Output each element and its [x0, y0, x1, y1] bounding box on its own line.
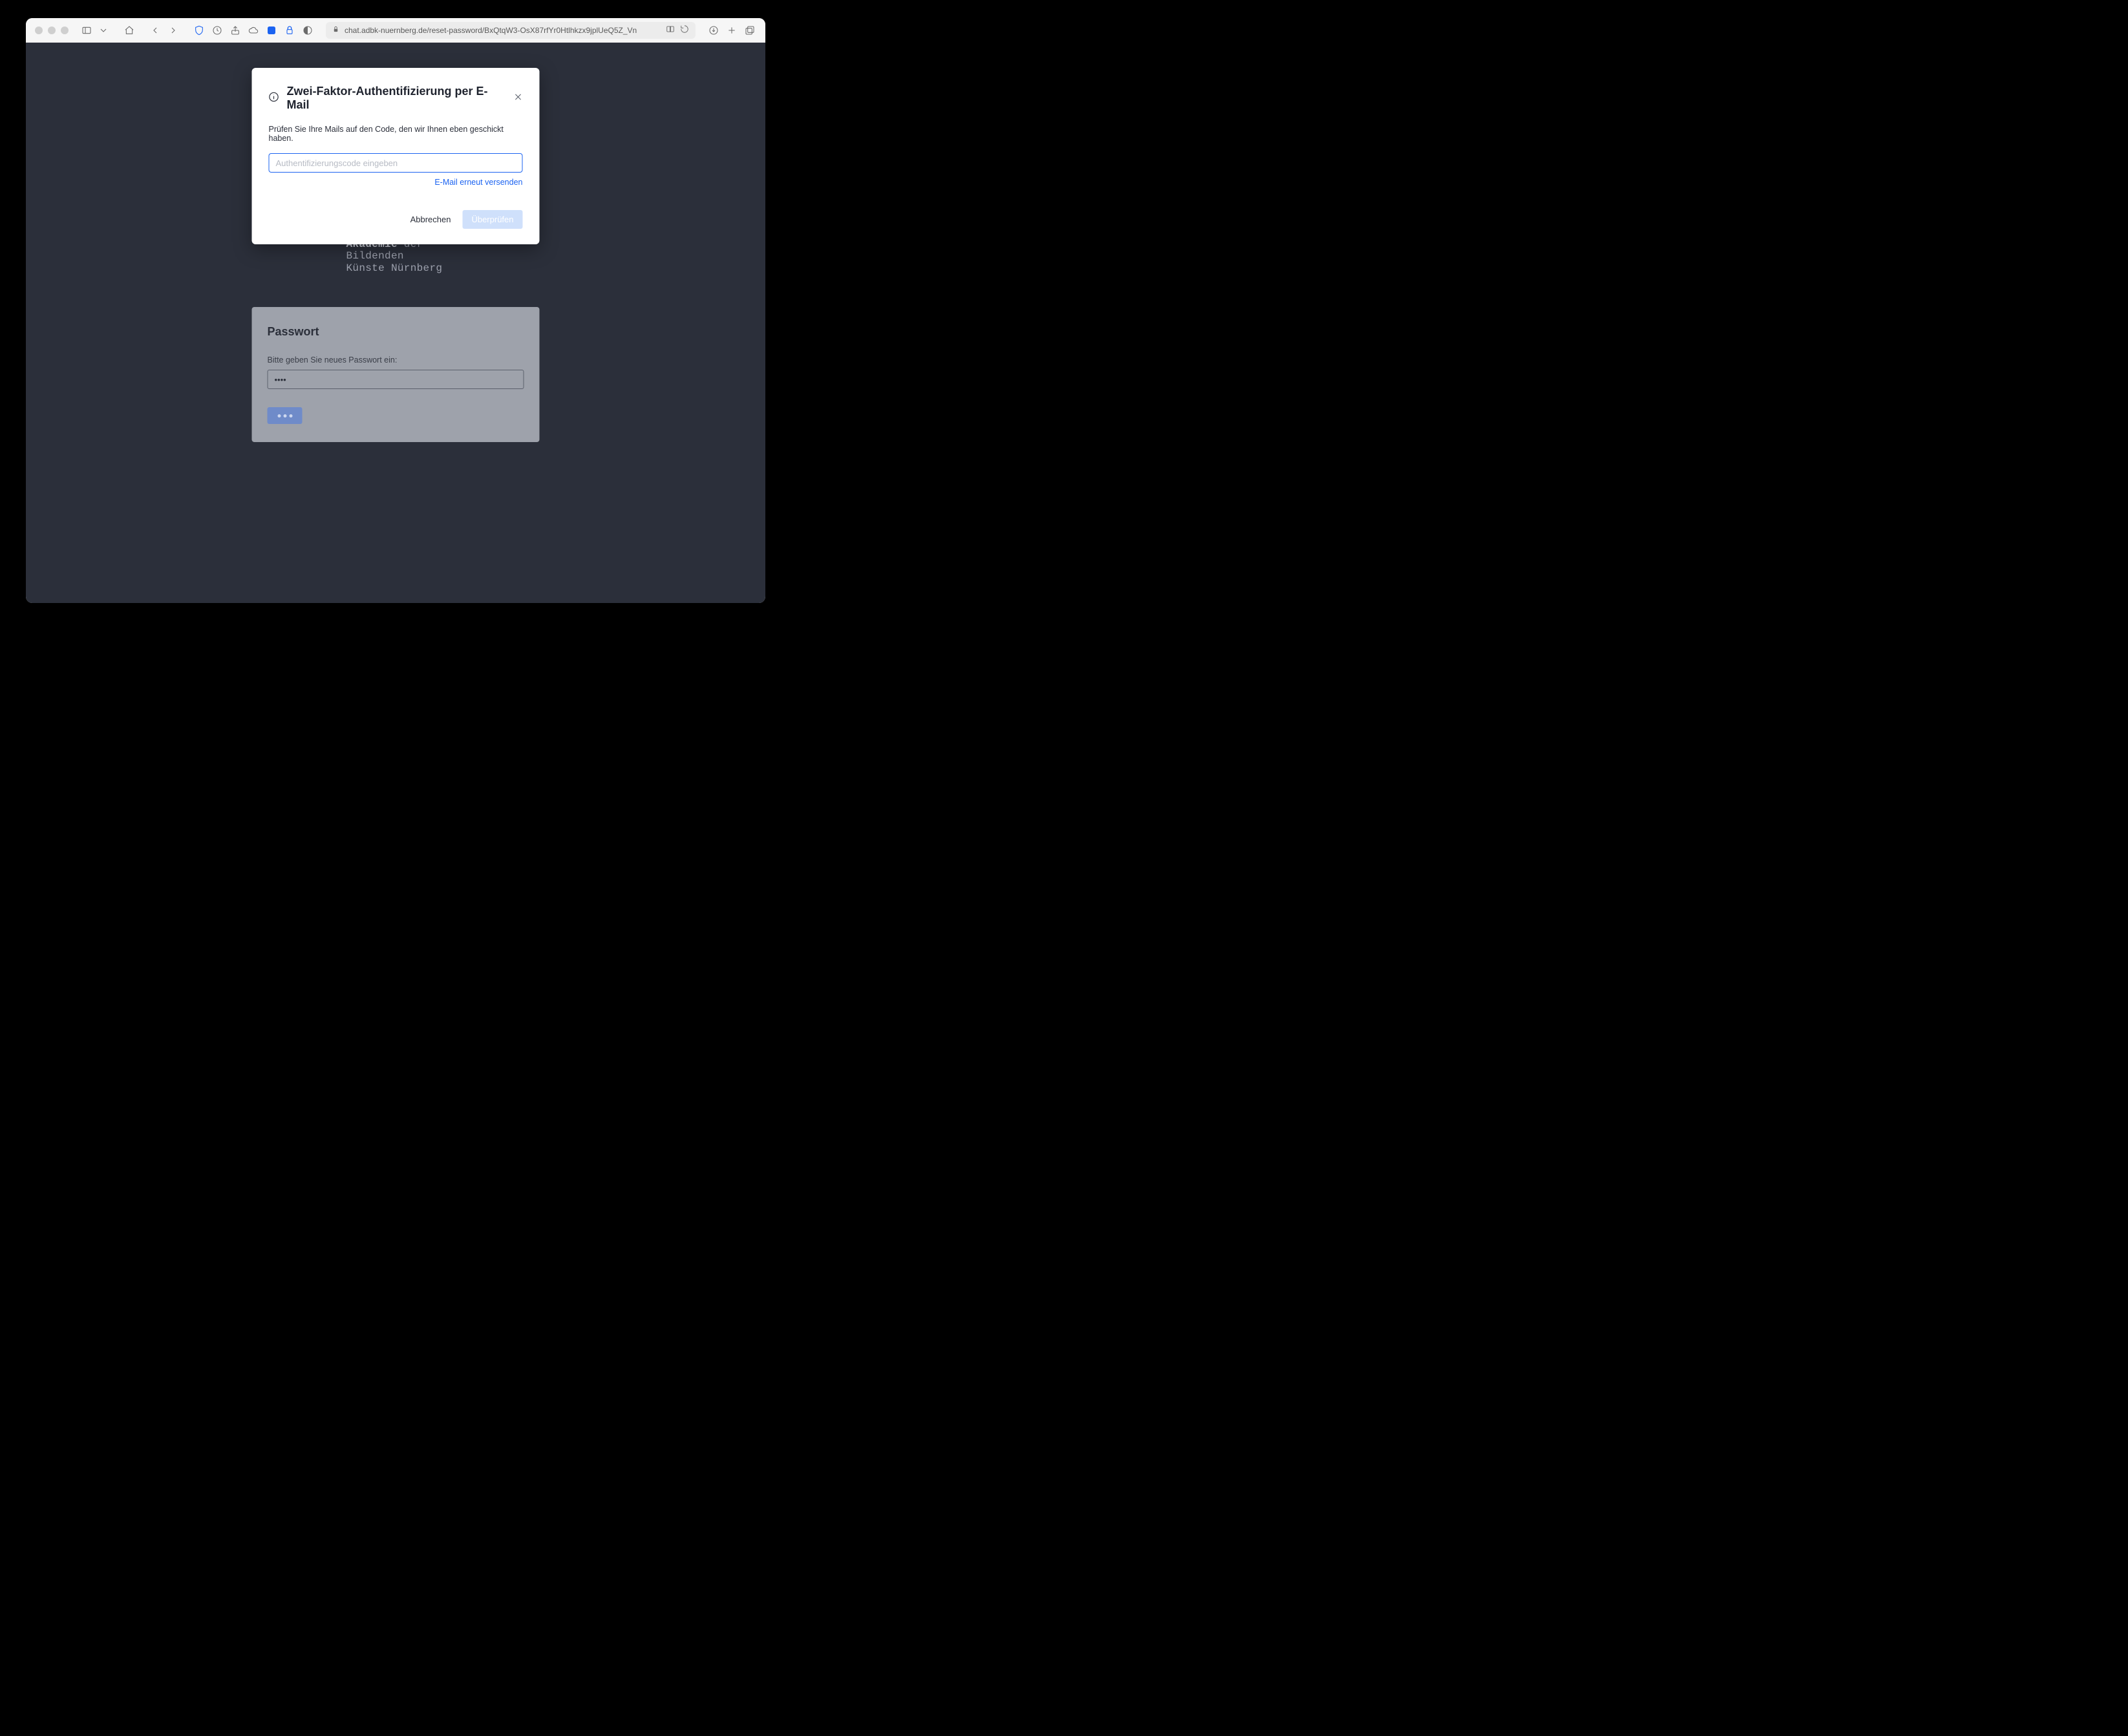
tabs-icon[interactable]	[743, 24, 756, 37]
info-icon	[269, 92, 279, 105]
logo-line3: Künste Nürnberg	[346, 262, 540, 274]
close-icon[interactable]	[514, 92, 523, 105]
history-icon[interactable]	[211, 24, 224, 37]
share-icon[interactable]	[229, 24, 242, 37]
password-title: Passwort	[268, 325, 524, 339]
cancel-button[interactable]: Abbrechen	[410, 215, 451, 224]
url-text: chat.adbk-nuernberg.de/reset-password/Bx…	[345, 26, 661, 35]
logo-line2: Bildenden	[346, 250, 540, 262]
downloads-icon[interactable]	[707, 24, 720, 37]
contrast-icon[interactable]	[301, 24, 314, 37]
modal-body: Prüfen Sie Ihre Mails auf den Code, den …	[269, 125, 523, 143]
cloud-icon[interactable]	[247, 24, 260, 37]
resend-link[interactable]: E-Mail erneut versenden	[269, 178, 523, 187]
zoom-window[interactable]	[61, 26, 69, 34]
loading-dot	[277, 414, 281, 418]
shield-icon[interactable]	[193, 24, 206, 37]
minimize-window[interactable]	[48, 26, 56, 34]
close-window[interactable]	[35, 26, 43, 34]
loading-dot	[283, 414, 286, 418]
password-label: Bitte geben Sie neues Passwort ein:	[268, 355, 524, 365]
loading-dot	[289, 414, 292, 418]
home-icon[interactable]	[123, 24, 136, 37]
lock-shield-icon[interactable]	[283, 24, 296, 37]
two-factor-modal: Zwei-Faktor-Authentifizierung per E-Mail…	[252, 68, 540, 244]
grid-app-icon[interactable]	[265, 24, 278, 37]
reload-icon[interactable]	[680, 25, 689, 36]
auth-code-input[interactable]	[269, 153, 523, 173]
translate-icon[interactable]	[666, 25, 675, 36]
modal-title: Zwei-Faktor-Authentifizierung per E-Mail	[287, 85, 506, 112]
address-bar[interactable]: chat.adbk-nuernberg.de/reset-password/Bx…	[326, 22, 696, 39]
lock-icon	[332, 26, 339, 35]
traffic-lights	[35, 26, 69, 34]
submit-loading-button[interactable]	[268, 407, 303, 424]
browser-window: chat.adbk-nuernberg.de/reset-password/Bx…	[26, 18, 765, 603]
new-password-input[interactable]	[268, 370, 524, 389]
titlebar: chat.adbk-nuernberg.de/reset-password/Bx…	[26, 18, 765, 43]
chevron-down-icon[interactable]	[97, 24, 110, 37]
sidebar-icon[interactable]	[80, 24, 93, 37]
verify-button[interactable]: Überprüfen	[462, 210, 522, 229]
password-card: Passwort Bitte geben Sie neues Passwort …	[252, 307, 540, 442]
forward-icon[interactable]	[167, 24, 180, 37]
new-tab-icon[interactable]	[725, 24, 738, 37]
back-icon[interactable]	[149, 24, 162, 37]
page-content: Akademie der Bildenden Künste Nürnberg P…	[26, 43, 765, 603]
